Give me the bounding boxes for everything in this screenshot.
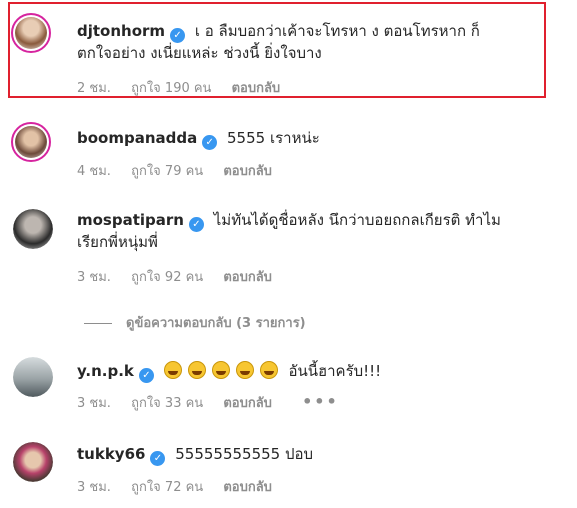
comment-time: 2 ชม. [77,81,111,96]
laughing-emoji-icon [235,361,254,379]
more-options-icon[interactable]: ••• [302,392,339,411]
avatar[interactable] [13,209,53,249]
divider-line [84,323,112,324]
comment-text: อันนี้ฮาครับ!!! [288,362,382,380]
verified-badge-icon: ✓ [188,217,204,232]
username[interactable]: boompanadda [77,129,197,147]
username[interactable]: mospatiparn [77,211,184,229]
comment-time: 4 ชม. [77,164,111,179]
username[interactable]: djtonhorm [77,22,165,40]
reply-button[interactable]: ตอบกลับ [223,270,272,285]
avatar[interactable] [11,122,51,162]
avatar[interactable] [13,357,53,397]
like-count[interactable]: ถูกใจ 33 คน [131,396,203,411]
comment-text-continued: เรียกพี่หนุ่มพี่ [77,233,158,251]
like-count[interactable]: ถูกใจ 190 คน [131,81,211,96]
comment-text: 5555 เราหน่ะ [227,129,320,147]
comment-text-continued: ตกใจอย่าง งเนี่ยแหล่ะ ช่วงนี้ ยิ่งใจบาง [77,44,322,62]
comment-time: 3 ชม. [77,270,111,285]
comment-text: ไม่ทันได้ดูชื่อหลัง นึกว่าบอยถกลเกียรติ … [213,211,501,229]
reply-button[interactable]: ตอบกลับ [223,480,272,495]
laughing-emoji-icon [259,361,278,379]
view-replies-link[interactable]: ดูข้อความตอบกลับ (3 รายการ) [84,312,306,333]
username[interactable]: tukky66 [77,445,145,463]
like-count[interactable]: ถูกใจ 92 คน [131,270,203,285]
comment-time: 3 ชม. [77,396,111,411]
verified-badge-icon: ✓ [138,368,154,383]
laughing-emoji-icon [163,361,182,379]
verified-badge-icon: ✓ [150,451,166,466]
reply-button[interactable]: ตอบกลับ [232,81,281,96]
reply-button[interactable]: ตอบกลับ [223,396,272,411]
comment-text: เ อ ลืมบอกว่าเค้าจะโทรหา ง ตอนโทรหาก ก็ [194,22,480,40]
avatar[interactable] [13,442,53,482]
verified-badge-icon: ✓ [202,135,218,150]
laughing-emoji-icon [211,361,230,379]
reply-button[interactable]: ตอบกลับ [223,164,272,179]
comment-text: 55555555555 ปอบ [175,445,314,463]
username[interactable]: y.n.p.k [77,362,134,380]
like-count[interactable]: ถูกใจ 79 คน [131,164,203,179]
like-count[interactable]: ถูกใจ 72 คน [131,480,203,495]
laughing-emoji-icon [187,361,206,379]
comment-time: 3 ชม. [77,480,111,495]
verified-badge-icon: ✓ [170,28,186,43]
avatar[interactable] [11,13,51,53]
